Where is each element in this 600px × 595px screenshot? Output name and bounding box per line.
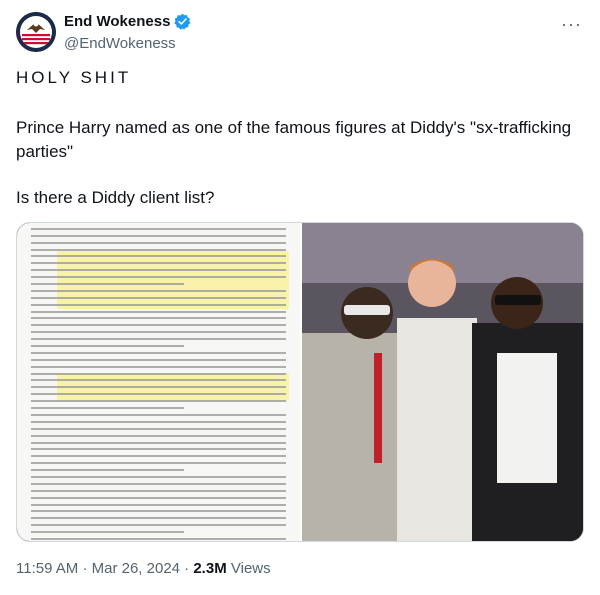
document-line — [31, 234, 286, 237]
date[interactable]: Mar 26, 2024 — [92, 560, 180, 577]
document-line — [31, 537, 286, 540]
views-count: 2.3M — [193, 560, 227, 577]
document-line — [31, 524, 286, 527]
document-line — [31, 269, 286, 272]
verified-badge-icon — [174, 13, 191, 30]
document-line — [31, 420, 286, 423]
document-line — [31, 413, 286, 416]
document-line — [31, 283, 184, 286]
legal-document-image[interactable] — [17, 223, 302, 541]
document-line — [31, 400, 286, 403]
document-line — [31, 276, 286, 279]
document-line — [31, 482, 286, 485]
eagle-flag-avatar-icon — [16, 12, 56, 52]
document-line — [31, 358, 286, 361]
document-line — [31, 365, 286, 368]
document-line — [31, 331, 286, 334]
document-line — [31, 427, 286, 430]
document-line — [31, 469, 184, 472]
document-line — [31, 338, 286, 341]
document-line — [31, 310, 286, 313]
document-line — [31, 510, 286, 513]
document-line — [31, 289, 286, 292]
document-line — [31, 455, 286, 458]
views-label: Views — [230, 560, 271, 577]
document-line — [31, 434, 286, 437]
document-line — [31, 448, 286, 451]
document-line — [31, 475, 286, 478]
media-grid[interactable] — [16, 222, 584, 542]
document-line — [31, 317, 286, 320]
document-line — [31, 303, 286, 306]
document-text-lines — [31, 223, 286, 540]
display-name[interactable]: End Wokeness — [64, 13, 170, 30]
document-line — [31, 407, 184, 410]
timestamp[interactable]: 11:59 AM — [16, 560, 78, 577]
document-line — [31, 517, 286, 520]
document-line — [31, 379, 286, 382]
document-line — [31, 227, 286, 230]
document-line — [31, 489, 286, 492]
document-line — [31, 255, 286, 258]
document-line — [31, 345, 184, 348]
author-name-row: End Wokeness — [64, 13, 191, 30]
document-line — [31, 241, 286, 244]
document-line — [31, 503, 286, 506]
document-line — [31, 248, 286, 251]
document-line — [31, 351, 286, 354]
tweet-text-line-3: Is there a Diddy client list? — [16, 188, 215, 207]
meta-separator: · — [184, 560, 190, 577]
meta-separator: · — [82, 560, 88, 577]
tweet-meta: 11:59 AM · Mar 26, 2024 · 2.3M Views — [16, 560, 271, 577]
more-options-icon[interactable]: ··· — [561, 14, 582, 35]
author-handle[interactable]: @EndWokeness — [64, 35, 176, 52]
party-photo-image[interactable] — [302, 223, 583, 541]
tweet-text-line-1: HOLY SHIT — [16, 68, 132, 87]
document-line — [31, 462, 286, 465]
document-line — [31, 372, 286, 375]
party-photo-illustration — [302, 223, 583, 541]
document-line — [31, 393, 286, 396]
document-line — [31, 296, 286, 299]
document-line — [31, 496, 286, 499]
avatar[interactable] — [16, 12, 56, 52]
document-line — [31, 386, 286, 389]
tweet: End Wokeness @EndWokeness ··· HOLY SHIT … — [0, 0, 600, 595]
document-line — [31, 324, 286, 327]
document-line — [31, 531, 184, 534]
document-line — [31, 441, 286, 444]
tweet-text-line-2: Prince Harry named as one of the famous … — [16, 118, 572, 161]
document-line — [31, 262, 286, 265]
